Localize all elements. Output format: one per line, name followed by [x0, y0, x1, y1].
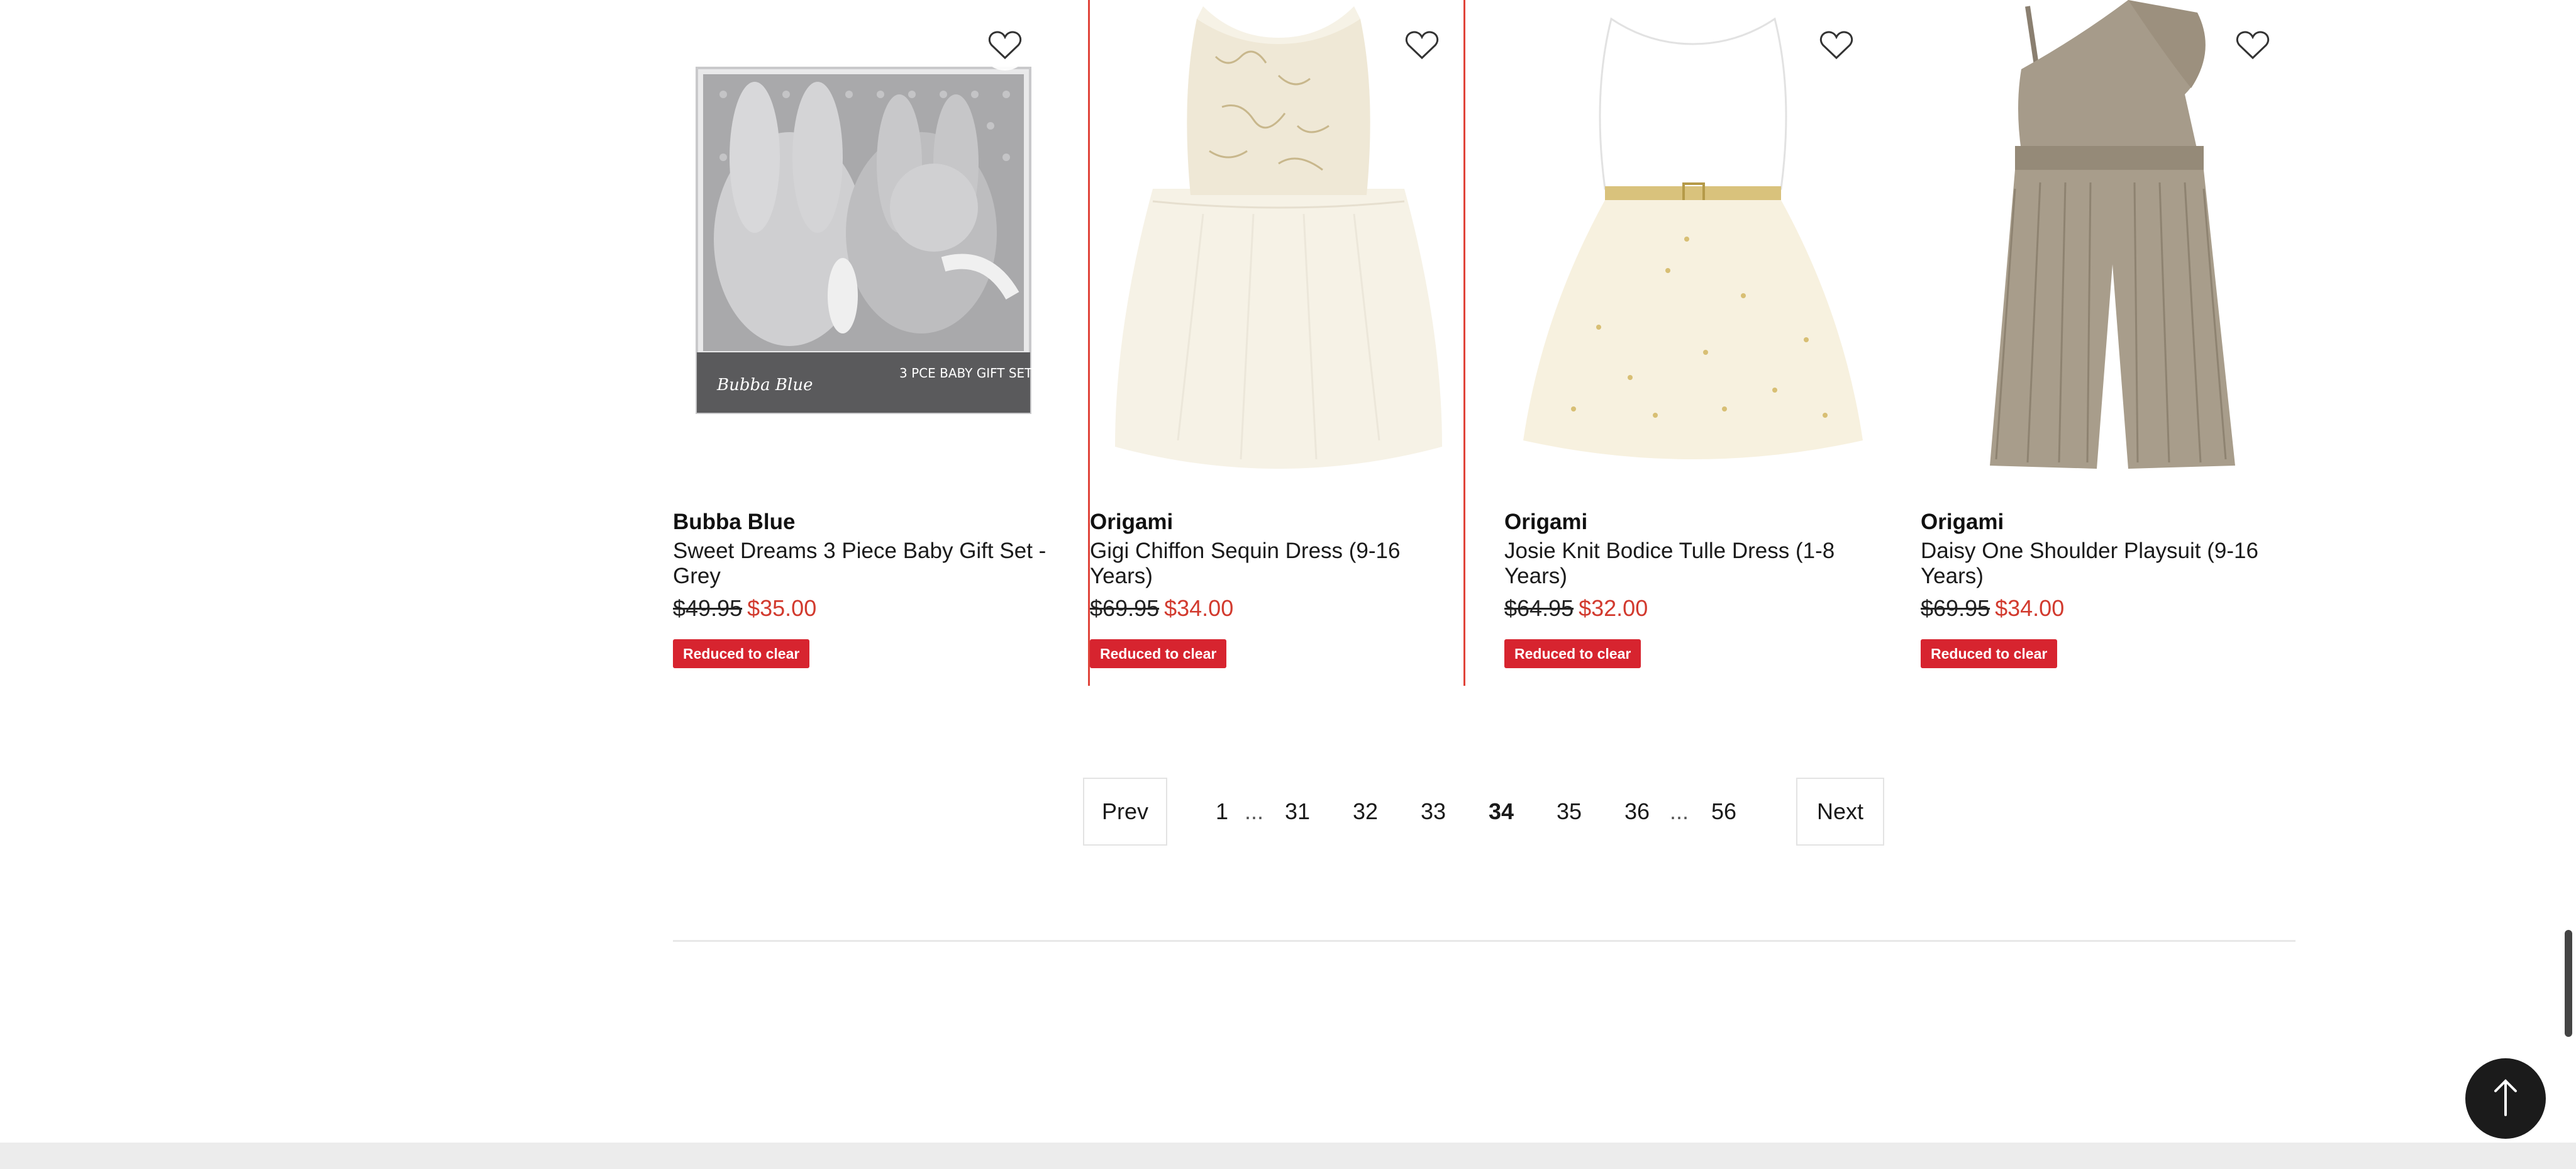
product-title[interactable]: Sweet Dreams 3 Piece Baby Gift Set - Gre… — [673, 539, 1050, 589]
next-page-button[interactable]: Next — [1796, 778, 1884, 846]
product-title[interactable]: Josie Knit Bodice Tulle Dress (1-8 Years… — [1504, 539, 1882, 589]
clearance-badge: Reduced to clear — [1921, 639, 2058, 668]
product-listing-page: Bubba Blue 3 PCE BABY GIFT SET Bubba Blu… — [0, 0, 2576, 1169]
now-price: $32.00 — [1579, 595, 1648, 621]
product-price: $69.95 $34.00 — [1090, 594, 1467, 623]
clearance-badge: Reduced to clear — [1504, 639, 1641, 668]
wishlist-button[interactable] — [1813, 23, 1860, 70]
wishlist-button[interactable] — [2229, 23, 2277, 70]
pagination-ellipsis: ... — [1244, 798, 1263, 824]
baby-gift-set-image[interactable]: Bubba Blue 3 PCE BABY GIFT SET — [673, 0, 1050, 491]
footer-band — [0, 1143, 2576, 1169]
pagination-ellipsis: ... — [1669, 798, 1689, 824]
product-info: Origami Daisy One Shoulder Playsuit (9-1… — [1921, 507, 2298, 668]
wishlist-button[interactable] — [981, 23, 1029, 70]
was-price: $49.95 — [673, 595, 743, 621]
heart-outline-icon — [1405, 30, 1439, 64]
wishlist-button[interactable] — [1398, 23, 1446, 70]
page-link-33[interactable]: 33 — [1411, 778, 1455, 846]
page-link-31[interactable]: 31 — [1275, 778, 1319, 846]
heart-outline-icon — [988, 30, 1022, 64]
clearance-badge: Reduced to clear — [673, 639, 810, 668]
product-brand[interactable]: Origami — [1921, 507, 2298, 537]
page-link-56[interactable]: 56 — [1702, 778, 1746, 846]
heart-outline-icon — [1819, 30, 1853, 64]
product-title[interactable]: Gigi Chiffon Sequin Dress (9-16 Years) — [1090, 539, 1467, 589]
product-grid: Bubba Blue 3 PCE BABY GIFT SET Bubba Blu… — [673, 0, 2296, 686]
product-price: $69.95 $34.00 — [1921, 594, 2298, 623]
was-price: $69.95 — [1921, 595, 1990, 621]
product-card[interactable]: Origami Josie Knit Bodice Tulle Dress (1… — [1504, 0, 1882, 686]
pagination: Prev 1 ... 31 32 33 34 35 36 ... 56 Next — [1083, 778, 1884, 846]
prev-page-button[interactable]: Prev — [1083, 778, 1167, 846]
back-to-top-button[interactable] — [2465, 1058, 2546, 1139]
product-card[interactable]: Origami Gigi Chiffon Sequin Dress (9-16 … — [1088, 0, 1465, 686]
page-link-1[interactable]: 1 — [1200, 778, 1244, 846]
page-link-current[interactable]: 34 — [1479, 778, 1523, 846]
product-price: $64.95 $32.00 — [1504, 594, 1882, 623]
page-link-32[interactable]: 32 — [1343, 778, 1387, 846]
product-info: Bubba Blue Sweet Dreams 3 Piece Baby Gif… — [673, 507, 1050, 668]
heart-outline-icon — [2236, 30, 2270, 64]
was-price: $64.95 — [1504, 595, 1574, 621]
product-title[interactable]: Daisy One Shoulder Playsuit (9-16 Years) — [1921, 539, 2298, 589]
section-divider — [673, 940, 2296, 942]
sequin-dress-image[interactable] — [1090, 0, 1467, 491]
product-price: $49.95 $35.00 — [673, 594, 1050, 623]
product-info: Origami Josie Knit Bodice Tulle Dress (1… — [1504, 507, 1882, 668]
now-price: $34.00 — [1995, 595, 2065, 621]
packaging-product-text: 3 PCE BABY GIFT SET — [899, 366, 1033, 381]
packaging-brand-text: Bubba Blue — [716, 376, 813, 394]
scrollbar-thumb[interactable] — [2565, 930, 2572, 1037]
product-info: Origami Gigi Chiffon Sequin Dress (9-16 … — [1090, 507, 1467, 668]
now-price: $35.00 — [747, 595, 817, 621]
page-link-35[interactable]: 35 — [1547, 778, 1591, 846]
tulle-dress-image[interactable] — [1504, 0, 1882, 491]
playsuit-image[interactable] — [1921, 0, 2298, 491]
now-price: $34.00 — [1164, 595, 1234, 621]
product-brand[interactable]: Bubba Blue — [673, 507, 1050, 537]
was-price: $69.95 — [1090, 595, 1160, 621]
product-brand[interactable]: Origami — [1504, 507, 1882, 537]
clearance-badge: Reduced to clear — [1090, 639, 1227, 668]
product-brand[interactable]: Origami — [1090, 507, 1467, 537]
product-card[interactable]: Origami Daisy One Shoulder Playsuit (9-1… — [1921, 0, 2298, 686]
product-card[interactable]: Bubba Blue 3 PCE BABY GIFT SET Bubba Blu… — [673, 0, 1050, 686]
page-link-36[interactable]: 36 — [1615, 778, 1659, 846]
arrow-up-icon — [2490, 1077, 2521, 1121]
